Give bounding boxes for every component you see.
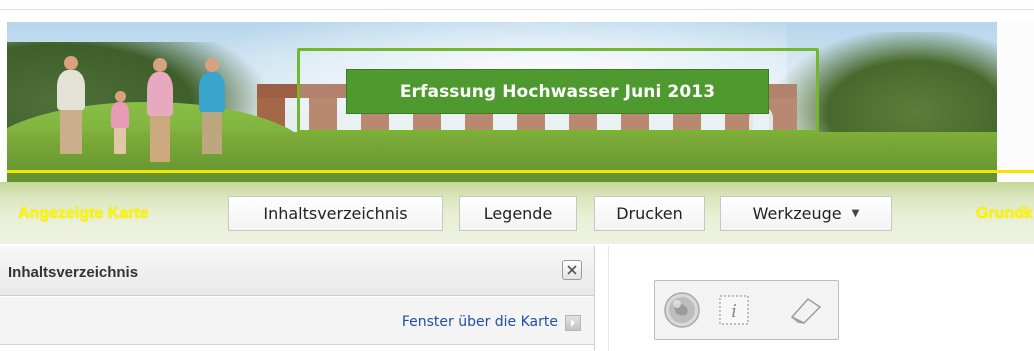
toc-button[interactable]: Inhaltsverzeichnis <box>228 196 443 231</box>
panel-title: Inhaltsverzeichnis <box>8 264 139 281</box>
family-figure <box>57 56 85 154</box>
arrow-right-icon <box>571 319 575 327</box>
eraser-icon <box>790 298 822 324</box>
eraser-tool-button[interactable] <box>783 287 829 333</box>
legend-button-label: Legende <box>483 204 553 223</box>
banner-right-panel <box>997 22 1034 182</box>
globe-icon <box>664 292 700 328</box>
toc-button-label: Inhaltsverzeichnis <box>263 204 408 223</box>
displayed-map-label: Angezeigte Karte <box>18 205 149 222</box>
caret-down-icon: ▼ <box>851 208 860 219</box>
float-over-map-link[interactable]: Fenster über die Karte <box>402 314 558 330</box>
map-tool-group: i <box>654 280 839 340</box>
globe-tool-button[interactable] <box>659 287 705 333</box>
toc-panel-header: Inhaltsverzeichnis <box>0 246 594 296</box>
family-figure <box>111 91 129 154</box>
toc-panel-subbar: Fenster über die Karte <box>0 297 594 345</box>
float-over-map-button[interactable] <box>565 315 581 331</box>
toc-panel: Inhaltsverzeichnis Fenster über die Kart… <box>0 246 595 351</box>
print-button-label: Drucken <box>616 204 683 223</box>
family-figure <box>199 58 225 154</box>
print-button[interactable]: Drucken <box>594 196 705 231</box>
panel-close-button[interactable] <box>562 260 582 280</box>
legend-button[interactable]: Legende <box>459 196 577 231</box>
family-figure <box>147 58 173 162</box>
info-icon: i <box>719 295 749 325</box>
info-glyph: i <box>731 301 737 322</box>
main-toolbar: Angezeigte Karte Inhaltsverzeichnis Lege… <box>0 182 1034 244</box>
info-tool-button[interactable]: i <box>711 287 757 333</box>
close-icon <box>567 265 577 275</box>
tools-button-label: Werkzeuge <box>752 204 842 223</box>
top-strip <box>0 0 1034 10</box>
basemap-label: Grundk <box>976 205 1033 222</box>
tools-dropdown-button[interactable]: Werkzeuge ▼ <box>720 196 892 231</box>
panel-splitter[interactable] <box>608 246 609 351</box>
app-title: Erfassung Hochwasser Juni 2013 <box>346 69 769 114</box>
banner-accent-line <box>7 170 1034 173</box>
